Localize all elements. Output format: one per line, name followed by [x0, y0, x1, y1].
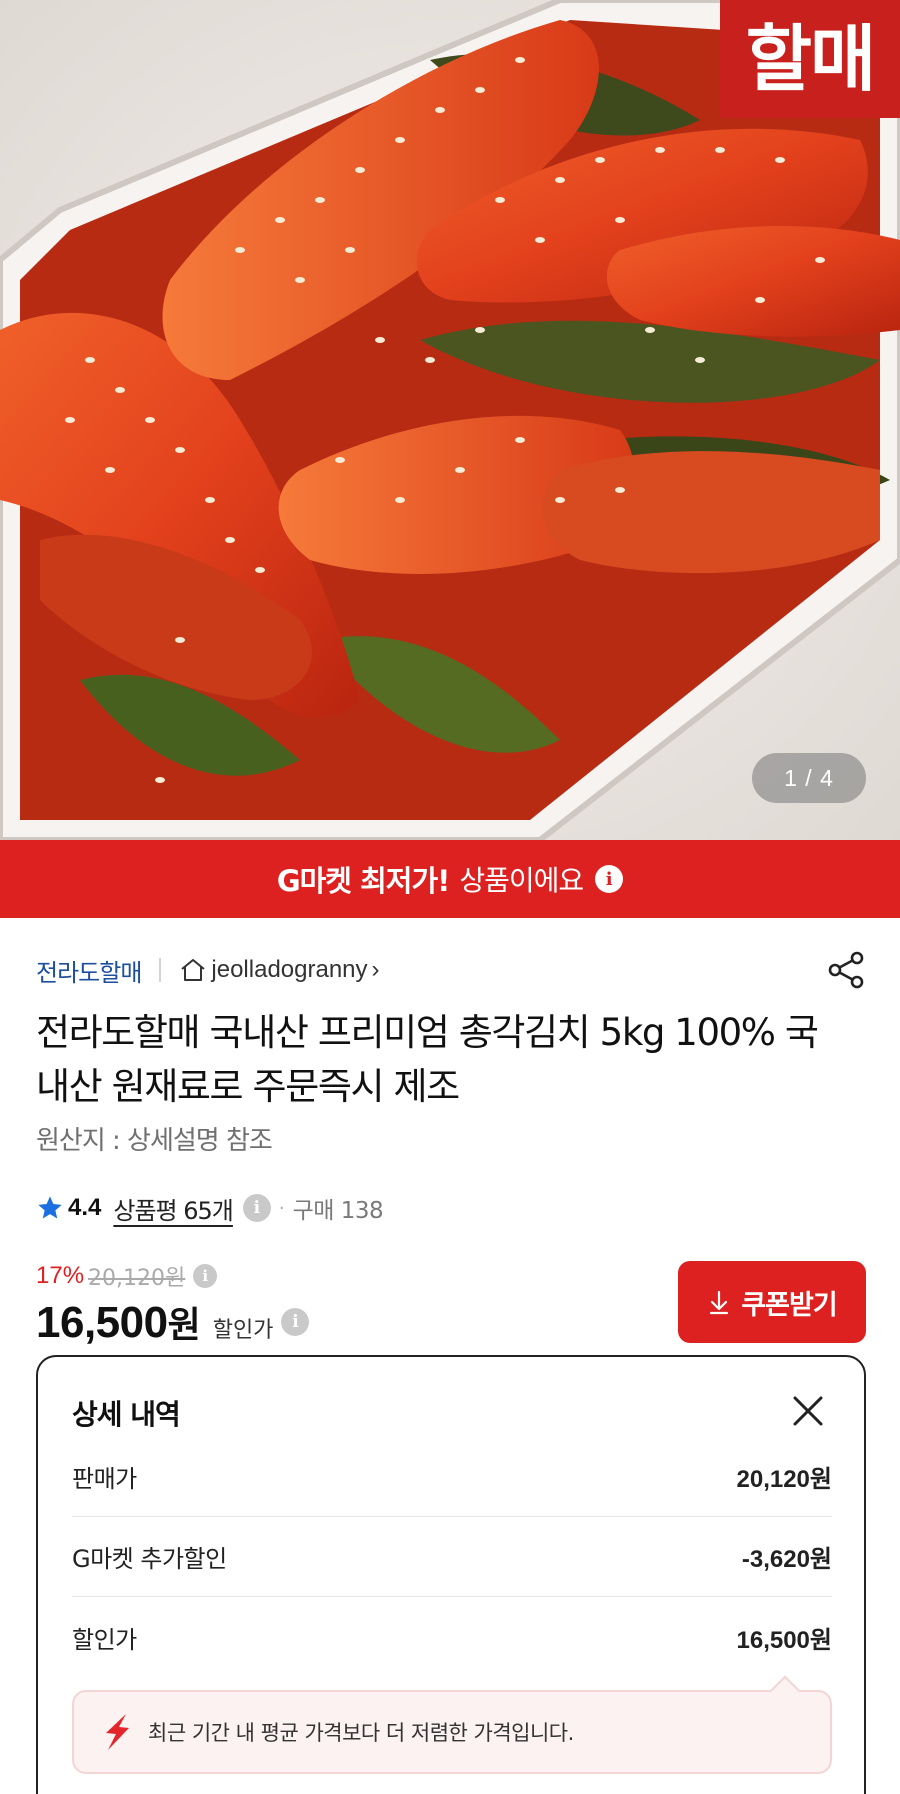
info-icon[interactable]: i [193, 1264, 218, 1288]
purchase-count: 구매 138 [292, 1198, 384, 1224]
review-link[interactable]: 상품평 65개 [113, 1191, 233, 1226]
brand-logo: 할매 [720, 0, 900, 118]
seller-row: 전라도할매 jeolladogranny › [36, 950, 866, 990]
dot-separator: · [278, 1197, 285, 1219]
detail-row-value: -3,620원 [741, 1546, 832, 1573]
detail-row-label: 할인가 [72, 1625, 137, 1654]
share-icon[interactable] [826, 950, 866, 990]
rating-score: 4.4 [68, 1194, 102, 1221]
coupon-button[interactable]: 쿠폰받기 [678, 1261, 866, 1343]
kimchi-photo [0, 0, 900, 840]
sale-price: 16,500 [36, 1298, 168, 1347]
info-icon[interactable]: i [242, 1194, 271, 1222]
star-icon [38, 1196, 62, 1219]
sale-price-unit: 원 [167, 1305, 201, 1346]
original-price: 20,120원 [88, 1266, 186, 1291]
seller-name[interactable]: 전라도할매 [36, 953, 142, 988]
detail-row-sale-price: 할인가 16,500원 [72, 1597, 832, 1677]
notice-text: 최근 기간 내 평균 가격보다 더 저렴한 가격입니다. [148, 1721, 574, 1745]
detail-row-selling-price: 판매가 20,120원 [72, 1437, 832, 1517]
detail-row-value: 20,120원 [736, 1466, 833, 1493]
price-detail-popup: 상세 내역 판매가 20,120원 G마켓 추가할인 -3,620원 할인가 1… [36, 1355, 866, 1794]
coupon-button-label: 쿠폰받기 [741, 1289, 837, 1320]
sale-price-label: 할인가 [212, 1318, 274, 1343]
download-icon [710, 1290, 729, 1315]
lowest-price-notice: 최근 기간 내 평균 가격보다 더 저렴한 가격입니다. [72, 1690, 832, 1774]
product-title: 전라도할매 국내산 프리미엄 총각김치 5kg 100% 국내산 원재료로 주문… [36, 1011, 819, 1108]
detail-row-value: 16,500원 [736, 1626, 833, 1654]
info-icon[interactable]: i [281, 1308, 310, 1336]
brand-logo-text: 할매 [745, 16, 876, 101]
detail-title: 상세 내역 [72, 1398, 181, 1431]
image-counter: 1 / 4 [752, 753, 866, 803]
lightning-icon [106, 1714, 129, 1750]
info-icon[interactable]: i [595, 865, 624, 893]
close-icon[interactable] [790, 1393, 826, 1429]
sale-price-row: 16,500 원 할인가 i [36, 1296, 310, 1348]
rating-row: 4.4 상품평 65개 i · 구매 138 [36, 1190, 384, 1226]
detail-row-label: G마켓 추가할인 [72, 1545, 227, 1573]
detail-row-extra-discount: G마켓 추가할인 -3,620원 [72, 1517, 832, 1597]
discount-row: 17% 20,120원 i [36, 1258, 218, 1294]
discount-percent: 17% [36, 1262, 85, 1289]
banner-text: 상품이에요 [459, 864, 584, 897]
chevron-right-icon[interactable]: › [372, 956, 380, 984]
banner-strong-text: G마켓 최저가! [276, 864, 451, 898]
lowest-price-banner[interactable]: G마켓 최저가! 상품이에요 i [0, 840, 900, 918]
product-image[interactable]: 할매 1 / 4 [0, 0, 900, 840]
detail-row-label: 판매가 [72, 1465, 137, 1493]
home-icon[interactable] [179, 957, 207, 983]
shop-link[interactable]: jeolladogranny [211, 956, 367, 984]
divider [159, 958, 162, 982]
origin-text: 원산지 : 상세설명 참조 [36, 1126, 273, 1156]
